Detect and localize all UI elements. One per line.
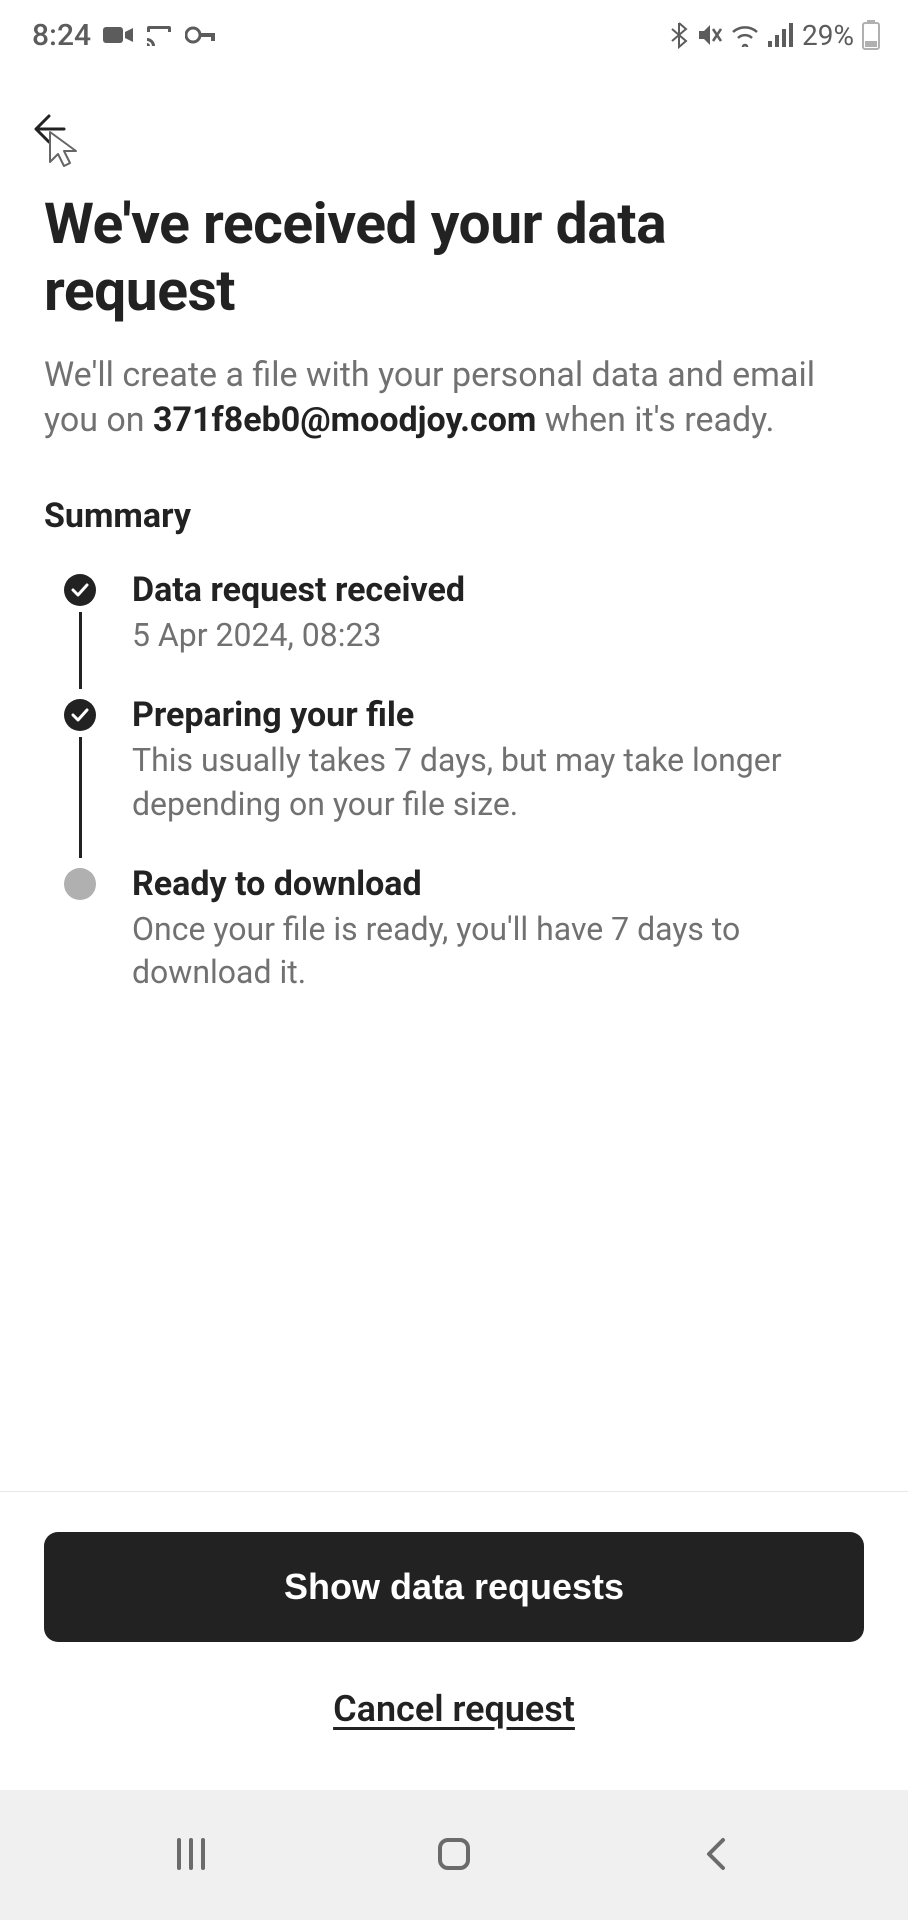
timeline-connector [79, 737, 82, 857]
timeline: Data request received 5 Apr 2024, 08:23 … [44, 570, 864, 1032]
status-right: 29% [670, 19, 880, 52]
recents-button[interactable] [161, 1825, 221, 1885]
timeline-item-preparing: Preparing your file This usually takes 7… [64, 695, 864, 863]
timeline-item-received: Data request received 5 Apr 2024, 08:23 [64, 570, 864, 695]
cursor-icon [46, 128, 82, 173]
check-icon [64, 574, 96, 606]
timeline-body: Preparing your file This usually takes 7… [132, 695, 864, 863]
cancel-request-link[interactable]: Cancel request [44, 1688, 864, 1730]
chevron-left-icon [697, 1834, 737, 1877]
nav-back-button[interactable] [687, 1825, 747, 1885]
check-icon [64, 699, 96, 731]
battery-icon [862, 20, 880, 50]
timeline-item-ready: Ready to download Once your file is read… [64, 864, 864, 1032]
video-icon [103, 24, 133, 46]
footer: Show data requests Cancel request [0, 1491, 908, 1790]
signal-icon [768, 23, 794, 47]
battery-percent: 29% [802, 19, 854, 52]
timeline-marker [64, 570, 96, 695]
timeline-desc: 5 Apr 2024, 08:23 [132, 614, 864, 657]
back-button[interactable] [32, 100, 92, 160]
wifi-icon [730, 23, 760, 47]
page-subtitle: We'll create a file with your personal d… [44, 353, 864, 445]
timeline-title: Data request received [132, 570, 864, 610]
summary-label: Summary [44, 496, 864, 536]
key-icon [185, 26, 217, 44]
status-left: 8:24 [32, 18, 217, 53]
android-nav-bar [0, 1790, 908, 1920]
home-icon [434, 1834, 474, 1877]
timeline-marker [64, 864, 96, 1032]
timeline-body: Data request received 5 Apr 2024, 08:23 [132, 570, 864, 695]
subtitle-email: 371f8eb0@moodjoy.com [153, 400, 536, 440]
timeline-title: Ready to download [132, 864, 864, 904]
timeline-body: Ready to download Once your file is read… [132, 864, 864, 1032]
home-button[interactable] [424, 1825, 484, 1885]
mute-icon [696, 22, 722, 48]
main-content: We've received your data request We'll c… [0, 160, 908, 1491]
status-bar: 8:24 29% [0, 0, 908, 70]
timeline-title: Preparing your file [132, 695, 864, 735]
timeline-desc: This usually takes 7 days, but may take … [132, 739, 864, 825]
recents-icon [171, 1834, 211, 1877]
bluetooth-icon [670, 21, 688, 49]
show-data-requests-button[interactable]: Show data requests [44, 1532, 864, 1642]
pending-icon [64, 868, 96, 900]
timeline-desc: Once your file is ready, you'll have 7 d… [132, 908, 864, 994]
page-title: We've received your data request [44, 190, 864, 325]
timeline-connector [79, 612, 82, 689]
status-time: 8:24 [32, 18, 91, 53]
cast-icon [145, 24, 173, 46]
subtitle-suffix: when it's ready. [536, 400, 774, 440]
timeline-marker [64, 695, 96, 863]
